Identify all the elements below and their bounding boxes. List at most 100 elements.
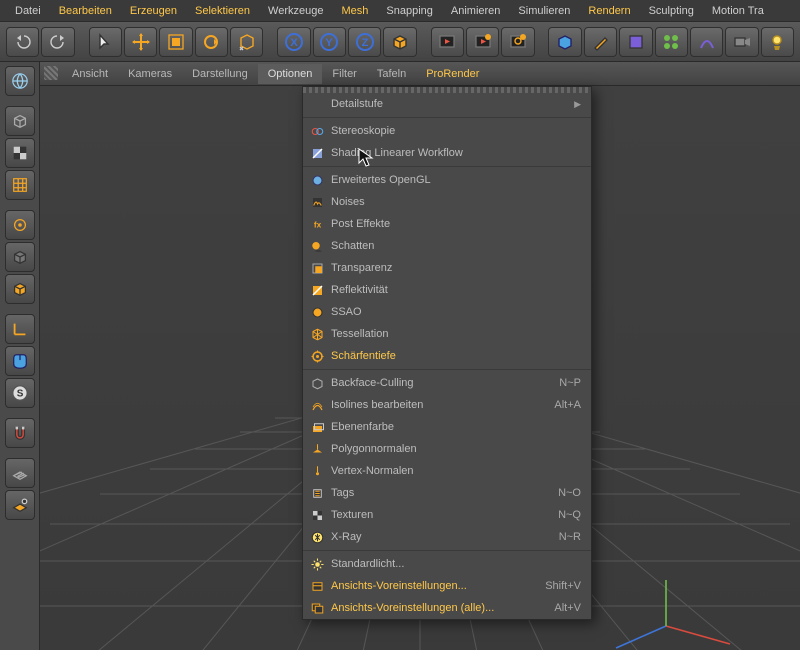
dropdown-item[interactable]: Ansichts-Voreinstellungen (alle)...Alt+V — [303, 597, 591, 619]
magnet-icon — [11, 424, 29, 442]
main-menu-item[interactable]: Sculpting — [640, 2, 703, 20]
cube-button[interactable] — [383, 27, 416, 57]
render3-button[interactable] — [501, 27, 534, 57]
viewport-menu-item[interactable]: Darstellung — [182, 64, 258, 84]
dropdown-item-label: Stereoskopie — [331, 125, 581, 137]
palette-cube-line-button[interactable] — [5, 106, 35, 136]
dropdown-item[interactable]: Shading Linearer Workflow — [303, 142, 591, 164]
dropdown-item[interactable]: Transparenz — [303, 257, 591, 279]
main-menu-item[interactable]: Simulieren — [509, 2, 579, 20]
main-menu-item[interactable]: Selektieren — [186, 2, 259, 20]
scale-button[interactable] — [159, 27, 192, 57]
dropdown-item[interactable]: Erweitertes OpenGL — [303, 169, 591, 191]
dropdown-item[interactable]: TexturenN~Q — [303, 504, 591, 526]
array-button[interactable] — [655, 27, 688, 57]
options-dropdown: Detailstufe▶ Stereoskopie Shading Linearer… — [302, 86, 592, 620]
prim-button[interactable] — [548, 27, 581, 57]
dropdown-item-label: X-Ray — [331, 531, 553, 543]
mouse-icon — [11, 352, 29, 370]
cam-icon — [732, 32, 752, 52]
dropdown-item[interactable]: Ansichts-Voreinstellungen...Shift+V — [303, 575, 591, 597]
main-menu-item[interactable]: Werkzeuge — [259, 2, 332, 20]
cursor-icon — [95, 32, 115, 52]
dropdown-item[interactable]: Tessellation — [303, 323, 591, 345]
svg-text:Z: Z — [361, 37, 368, 49]
palette-mouse-button[interactable] — [5, 346, 35, 376]
palette-cube-solid-button[interactable] — [5, 242, 35, 272]
palette-checker-button[interactable] — [5, 138, 35, 168]
dropdown-item[interactable]: Schärfentiefe — [303, 345, 591, 367]
x-button[interactable]: X — [277, 27, 310, 57]
palette-magnet-button[interactable] — [5, 418, 35, 448]
render1-button[interactable] — [431, 27, 464, 57]
main-menu-item[interactable]: Mesh — [332, 2, 377, 20]
render2-button[interactable] — [466, 27, 499, 57]
dropdown-item[interactable]: X-RayN~R — [303, 526, 591, 548]
dropdown-item[interactable]: Polygonnormalen — [303, 438, 591, 460]
dropdown-item[interactable]: Isolines bearbeitenAlt+A — [303, 394, 591, 416]
z-button[interactable]: Z — [348, 27, 381, 57]
dropdown-item[interactable]: fxPost Effekte — [303, 213, 591, 235]
deform-button[interactable] — [619, 27, 652, 57]
dropdown-item-label: Erweitertes OpenGL — [331, 174, 581, 186]
main-menu-item[interactable]: Bearbeiten — [50, 2, 121, 20]
rotate-button[interactable] — [195, 27, 228, 57]
viewport-menu-item[interactable]: Kameras — [118, 64, 182, 84]
viewport-menu-item[interactable]: Optionen — [258, 64, 323, 84]
y-button[interactable]: Y — [313, 27, 346, 57]
viewport-menu-item[interactable]: ProRender — [416, 64, 489, 84]
bend-button[interactable] — [690, 27, 723, 57]
axis-icon — [11, 320, 29, 338]
dropdown-item-label: Standardlicht... — [331, 558, 581, 570]
dropdown-item-label: Tags — [331, 487, 552, 499]
dropdown-item[interactable]: Tags N~O — [303, 482, 591, 504]
main-menu-item[interactable]: Motion Tra — [703, 2, 773, 20]
dropdown-shortcut: N~O — [558, 487, 581, 499]
viewport-menu-item[interactable]: Filter — [322, 64, 366, 84]
viewport-menu-item[interactable]: Tafeln — [367, 64, 416, 84]
main-menu-item[interactable]: Datei — [6, 2, 50, 20]
dropdown-item[interactable]: Noises — [303, 191, 591, 213]
light-button[interactable] — [761, 27, 794, 57]
dropdown-item-label: Ebenenfarbe — [331, 421, 581, 433]
last-button[interactable] — [230, 27, 263, 57]
main-menu-item[interactable]: Snapping — [377, 2, 442, 20]
move-button[interactable] — [124, 27, 157, 57]
dropdown-item[interactable]: Schatten — [303, 235, 591, 257]
bend-icon — [697, 32, 717, 52]
dof-icon — [309, 348, 325, 364]
point-icon — [11, 216, 29, 234]
main-menu-item[interactable]: Animieren — [442, 2, 510, 20]
palette-axis-button[interactable] — [5, 314, 35, 344]
dropdown-shortcut: N~P — [559, 377, 581, 389]
dropdown-item[interactable]: Detailstufe▶ — [303, 93, 591, 115]
dropdown-item[interactable]: Stereoskopie — [303, 120, 591, 142]
viewport-grip-icon[interactable] — [44, 66, 58, 80]
palette-point-button[interactable] — [5, 210, 35, 240]
palette-globe-button[interactable] — [5, 66, 35, 96]
pen-button[interactable] — [584, 27, 617, 57]
undo-button[interactable] — [6, 27, 39, 57]
palette-floor2-button[interactable] — [5, 490, 35, 520]
z-icon: Z — [355, 32, 375, 52]
palette-s-icon-button[interactable]: S — [5, 378, 35, 408]
deform-icon — [626, 32, 646, 52]
main-menu-item[interactable]: Rendern — [579, 2, 639, 20]
cursor-button[interactable] — [89, 27, 122, 57]
dropdown-item[interactable]: Backface-CullingN~P — [303, 372, 591, 394]
cam-button[interactable] — [725, 27, 758, 57]
dropdown-item[interactable]: Standardlicht... — [303, 553, 591, 575]
dropdown-item[interactable]: SSAO — [303, 301, 591, 323]
dropdown-shortcut: N~Q — [558, 509, 581, 521]
main-menu-item[interactable]: Erzeugen — [121, 2, 186, 20]
palette-grid-button[interactable] — [5, 170, 35, 200]
palette-cube-orange-button[interactable] — [5, 274, 35, 304]
dropdown-item[interactable]: Ebenenfarbe — [303, 416, 591, 438]
dropdown-item[interactable]: Vertex-Normalen — [303, 460, 591, 482]
redo-button[interactable] — [41, 27, 74, 57]
dropdown-item[interactable]: Reflektivität — [303, 279, 591, 301]
palette-floor1-button[interactable] — [5, 458, 35, 488]
tess-icon — [309, 326, 325, 342]
rotate-icon — [201, 32, 221, 52]
viewport-menu-item[interactable]: Ansicht — [62, 64, 118, 84]
